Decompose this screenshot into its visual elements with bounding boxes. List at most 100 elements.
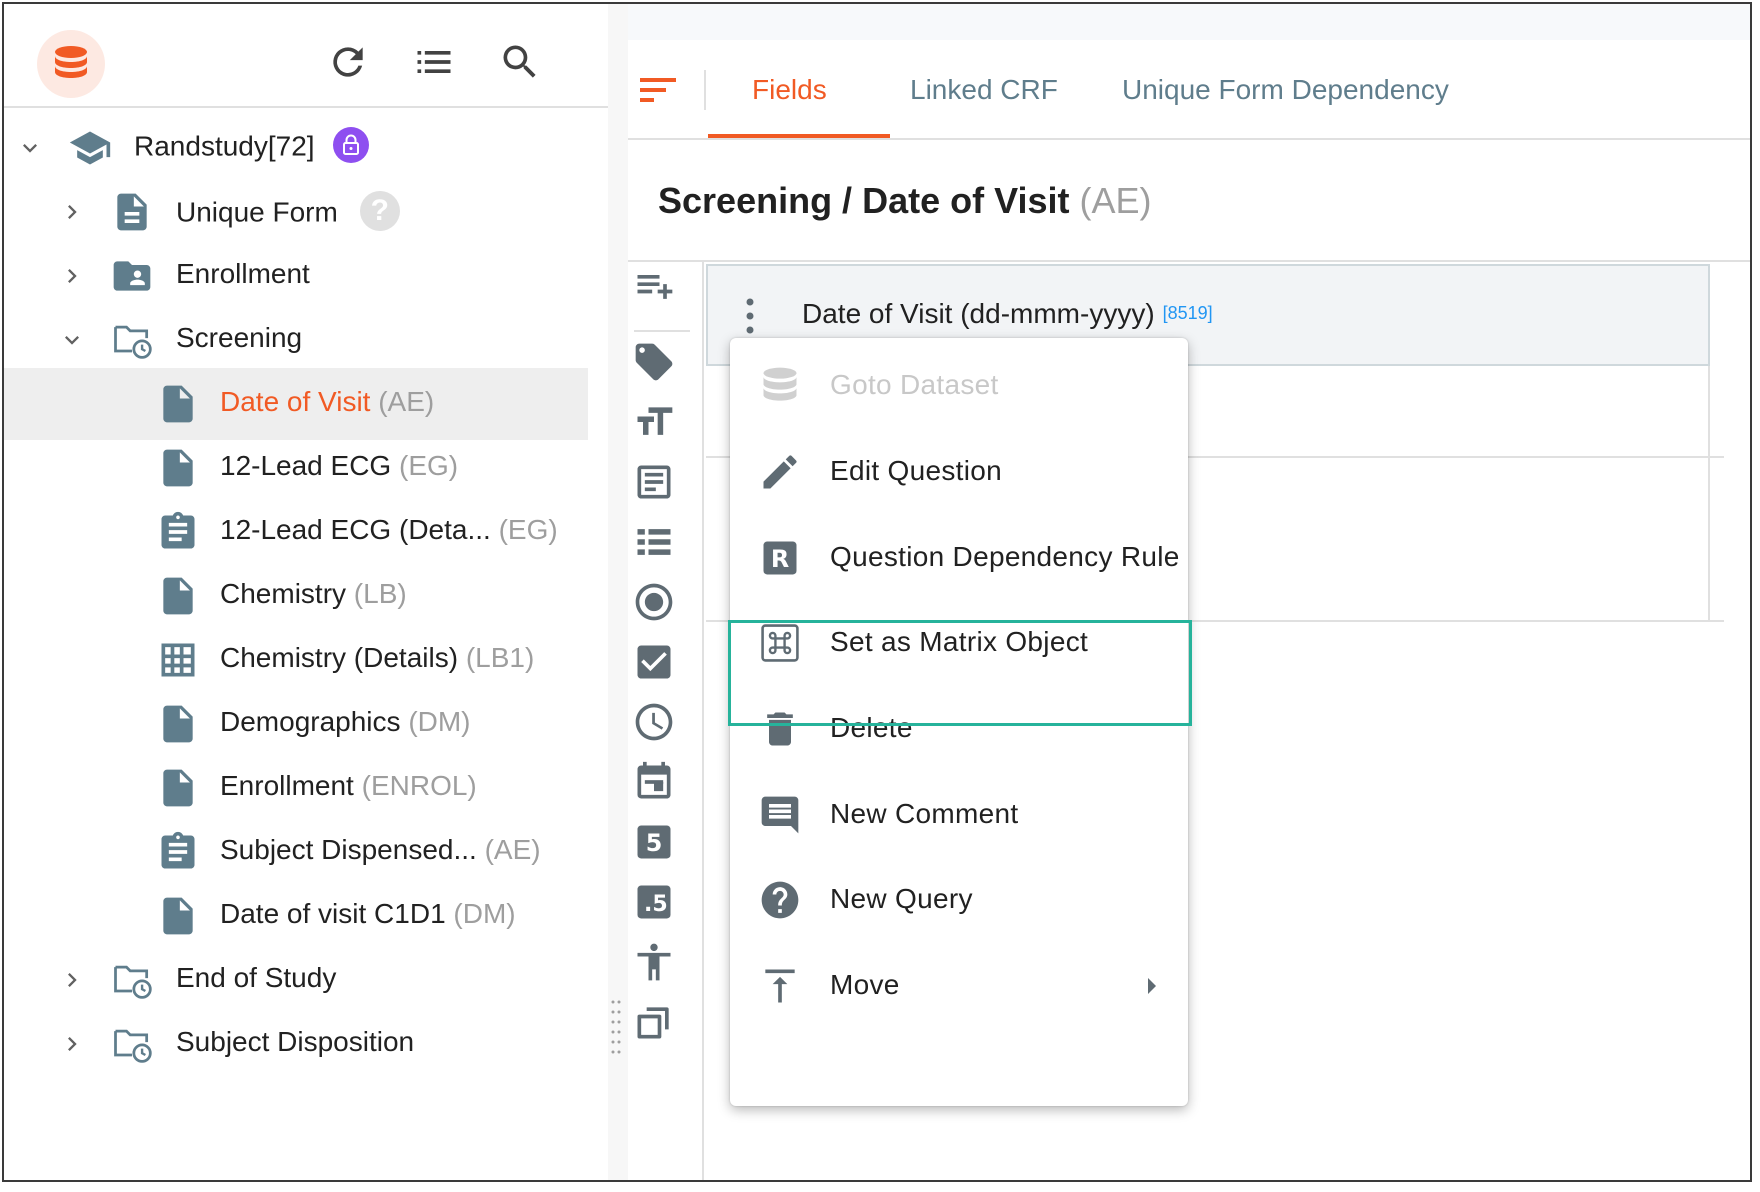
menu-item-label: Goto Dataset: [830, 369, 999, 400]
tree-item-label: End of Study: [176, 962, 337, 993]
refresh-icon[interactable]: [326, 40, 370, 84]
tree-item-date-of-visit-c1d1[interactable]: Date of visit C1D1 (DM): [4, 880, 588, 952]
tree-item-label: Unique Form: [176, 196, 338, 228]
field-type-toolbar: 5 .5: [628, 262, 704, 1180]
field-id[interactable]: [8519]: [1163, 303, 1213, 323]
copy-icon[interactable]: [632, 1000, 676, 1044]
help-icon[interactable]: ?: [359, 191, 400, 231]
menu-item-label: Edit Question: [830, 455, 1002, 486]
decimal-icon[interactable]: .5: [632, 880, 676, 924]
menu-item-new-comment[interactable]: New Comment: [730, 767, 1188, 863]
tab-underline: [708, 134, 890, 138]
menu-item-new-query[interactable]: New Query: [730, 852, 1188, 948]
tree-item-subject-dispensed[interactable]: Subject Dispensed... (AE): [4, 816, 588, 888]
tab-separator: [704, 70, 706, 110]
accessibility-icon[interactable]: [632, 940, 676, 984]
folder-clock-icon: [114, 965, 152, 999]
tab-fields[interactable]: Fields: [752, 74, 827, 106]
tree-item-label: Subject Dispensed...: [220, 834, 477, 865]
field-label: Date of Visit (dd-mmm-yyyy) [8519]: [802, 298, 1213, 330]
rule-r-icon: R: [763, 541, 797, 575]
tab-linked-crf[interactable]: Linked CRF: [910, 74, 1058, 106]
highlight-box: [728, 620, 1192, 726]
sidebar-toolbar: [4, 4, 608, 108]
tree-study-root[interactable]: Randstudy[72]: [4, 112, 588, 184]
tab-bar: Fields Linked CRF Unique Form Dependency: [628, 40, 1750, 140]
document-icon: [163, 769, 193, 807]
grid-line: [1708, 366, 1710, 620]
tree-item-code: (DM): [453, 898, 516, 929]
document-icon: [117, 193, 147, 231]
menu-item-goto-dataset[interactable]: Goto Dataset: [730, 338, 1188, 434]
tree-item-label: Enrollment: [176, 258, 310, 289]
calendar-icon[interactable]: [632, 760, 676, 804]
kebab-menu-icon[interactable]: [740, 296, 760, 336]
integer-icon[interactable]: 5: [632, 820, 676, 864]
menu-item-label: New Comment: [830, 798, 1019, 829]
chevron-right-icon[interactable]: [58, 262, 86, 290]
menu-item-label: New Query: [830, 883, 973, 914]
text-area-icon[interactable]: [632, 460, 676, 504]
tree-item-12-lead-ecg[interactable]: 12-Lead ECG (EG): [4, 432, 588, 504]
list-view-icon[interactable]: [412, 40, 456, 84]
chevron-down-icon[interactable]: [58, 326, 86, 354]
add-row-icon[interactable]: [632, 264, 676, 308]
tree-item-subject-disposition[interactable]: Subject Disposition: [4, 1008, 588, 1080]
tag-icon[interactable]: [632, 340, 676, 384]
app-window: Randstudy[72] Unique Form? Enrollment Sc…: [2, 2, 1752, 1182]
checkbox-icon[interactable]: [632, 640, 676, 684]
tree-item-code: (LB1): [465, 642, 535, 673]
tree-item-12-lead-ecg-details[interactable]: 12-Lead ECG (Deta... (EG): [4, 496, 588, 568]
tree-item-chemistry[interactable]: Chemistry (LB): [4, 560, 588, 632]
tree-item-label: Date of Visit: [220, 386, 371, 417]
tree-item-end-of-study[interactable]: End of Study: [4, 944, 588, 1016]
chevron-down-icon[interactable]: [16, 134, 44, 162]
svg-text:R: R: [771, 545, 789, 573]
menu-item-edit-question[interactable]: Edit Question: [730, 424, 1188, 520]
sidebar: Randstudy[72] Unique Form? Enrollment Sc…: [4, 4, 608, 1180]
lock-icon: [332, 127, 369, 163]
tree-item-code: (EG): [498, 514, 558, 545]
sort-icon[interactable]: [638, 74, 678, 106]
comment-icon: [761, 796, 799, 834]
tree-item-unique-form[interactable]: Unique Form?: [4, 176, 588, 248]
clock-icon[interactable]: [632, 700, 676, 744]
chevron-right-icon[interactable]: [58, 198, 86, 226]
chevron-right-icon[interactable]: [58, 966, 86, 994]
tree-item-label: Chemistry: [220, 578, 347, 609]
tree-item-code: (AE): [484, 834, 541, 865]
folder-person-icon: [113, 261, 151, 291]
text-size-icon[interactable]: [632, 400, 676, 444]
page-title-code: (AE): [1079, 180, 1152, 221]
tree-item-label: Demographics: [220, 706, 401, 737]
menu-item-label: Question Dependency Rule: [830, 541, 1180, 572]
tab-unique-form-dependency[interactable]: Unique Form Dependency: [1122, 74, 1449, 106]
page-title-text: Screening / Date of Visit: [658, 180, 1070, 221]
tree-item-screening-folder[interactable]: Screening: [4, 304, 588, 376]
radio-button-icon[interactable]: [632, 580, 676, 624]
drag-handle-icon[interactable]: [610, 998, 622, 1058]
tree-item-date-of-visit[interactable]: Date of Visit (AE): [4, 368, 588, 440]
search-icon[interactable]: [498, 40, 542, 84]
tree-item-label: Enrollment: [220, 770, 354, 801]
tree-item-label: Subject Disposition: [176, 1026, 415, 1057]
chevron-right-icon[interactable]: [58, 1030, 86, 1058]
clipboard-icon: [161, 511, 195, 549]
menu-item-question-dependency-rule[interactable]: R Question Dependency Rule: [730, 510, 1188, 606]
pencil-icon: [763, 455, 797, 489]
tree-item-code: (DM): [408, 706, 471, 737]
folder-clock-icon: [114, 325, 152, 359]
toolbar-divider: [634, 330, 690, 332]
submenu-arrow-icon: [1148, 978, 1156, 994]
grid-table-icon: [161, 643, 195, 677]
tree-item-demographics[interactable]: Demographics (DM): [4, 688, 588, 760]
tree-item-enrollment-form[interactable]: Enrollment (ENROL): [4, 752, 588, 824]
tree-item-chemistry-details[interactable]: Chemistry (Details) (LB1): [4, 624, 588, 696]
document-icon: [163, 577, 193, 615]
tree-item-enrollment-folder[interactable]: Enrollment: [4, 240, 588, 312]
document-icon: [163, 449, 193, 487]
tree-item-code: (ENROL): [361, 770, 477, 801]
menu-item-move[interactable]: Move: [730, 938, 1188, 1034]
list-icon[interactable]: [632, 520, 676, 564]
page-title: Screening / Date of Visit (AE): [658, 180, 1151, 222]
